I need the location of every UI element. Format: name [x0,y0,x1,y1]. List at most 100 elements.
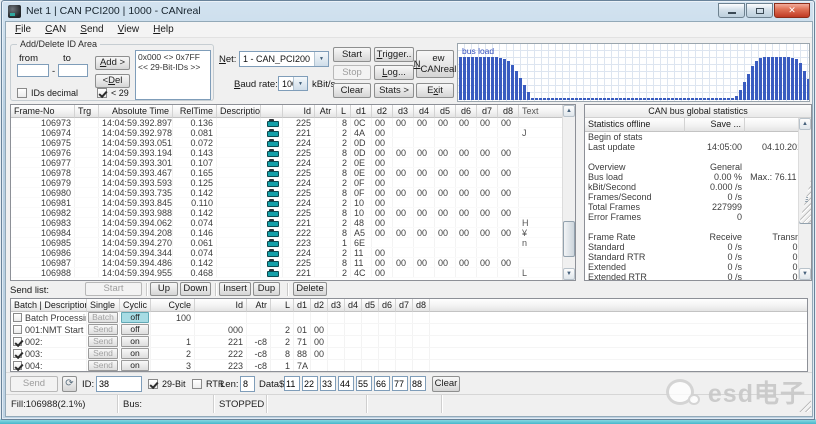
single-send-button[interactable]: Batch [88,312,118,323]
clear-button[interactable]: Clear [333,83,371,98]
send-column-header[interactable]: Id [195,299,247,312]
send-column-header[interactable]: d1 [294,299,311,312]
column-header[interactable]: d4 [414,105,435,118]
table-row[interactable]: 10697914:04:59.393.5930.12522420F00__ [11,178,575,188]
send-column-header[interactable]: d5 [362,299,379,312]
send-row-checkbox[interactable] [13,349,22,358]
frame-table-scrollbar[interactable]: ▲ ▼ [562,105,575,280]
cyclic-toggle-button[interactable]: on [121,360,149,371]
scrollbar-thumb[interactable] [799,176,812,224]
id-range-list[interactable]: 0x000 <> 0x7FF<< 29-Bit-IDs >> [135,50,211,100]
send-row[interactable]: Batch ProcessingBatchoff100 [11,312,807,324]
maximize-button[interactable] [746,3,773,18]
column-header[interactable]: Id [283,105,315,118]
chevron-down-icon[interactable]: ▼ [314,52,328,66]
menu-can[interactable]: CAN [38,22,73,37]
table-row[interactable]: 10698514:04:59.394.2700.06122316En [11,238,575,248]
table-row[interactable]: 10697414:04:59.392.9780.08122124A00J_ [11,128,575,138]
scroll-up-icon[interactable]: ▲ [799,118,811,130]
minimize-button[interactable] [718,3,745,18]
send-column-header[interactable]: L [271,299,294,312]
send-row[interactable]: 001:NMT StartSendoff00020100 [11,324,807,336]
rtr-checkbox-box[interactable] [192,379,202,389]
table-row[interactable]: 10697314:04:59.392.8970.13622580C0000000… [11,118,575,128]
lt29-checkbox[interactable]: < 29 [97,88,129,98]
send-column-header[interactable]: Atr [247,299,271,312]
send-row-checkbox[interactable] [13,325,22,334]
chevron-down-icon[interactable]: ▼ [293,77,307,90]
single-send-button[interactable]: Send [88,348,118,359]
cyclic-toggle-button[interactable]: off [121,324,149,335]
column-header[interactable]: Absolute Time [99,105,173,118]
column-header[interactable]: L [337,105,351,118]
send-column-header[interactable]: Single [87,299,120,312]
data-byte-input-7[interactable] [392,376,408,391]
scroll-down-icon[interactable]: ▼ [563,268,575,280]
data-byte-input-3[interactable] [320,376,336,391]
resize-grip[interactable] [798,399,811,412]
data-byte-input-6[interactable] [374,376,390,391]
menu-send[interactable]: Send [73,22,110,37]
scroll-down-icon[interactable]: ▼ [799,268,811,280]
from-id-input[interactable] [17,64,49,77]
send-column-header[interactable]: Cycle [151,299,195,312]
table-row[interactable]: 10698214:04:59.393.9880.1422258100000000… [11,208,575,218]
ids-decimal-checkbox[interactable]: IDs decimal [17,88,78,98]
stats-button[interactable]: Stats > [374,83,414,98]
column-header[interactable]: d3 [393,105,414,118]
column-header[interactable]: Description [217,105,261,118]
data-byte-input-8[interactable] [410,376,426,391]
scrollbar-thumb[interactable] [563,221,575,257]
send-down-button[interactable]: Down [180,282,211,296]
table-row[interactable]: 10697814:04:59.393.4670.16522580E0000000… [11,168,575,178]
column-header[interactable]: d8 [498,105,519,118]
id-range-item[interactable]: 0x000 <> 0x7FF [138,52,208,62]
column-header[interactable]: d7 [477,105,498,118]
exit-button[interactable]: Exit [416,83,454,98]
net-select[interactable]: 1 - CAN_PCI200 ▼ [239,51,329,67]
data-byte-input-5[interactable] [356,376,372,391]
send-row-checkbox[interactable] [13,313,22,322]
delete-id-button[interactable]: < Del [95,74,130,88]
send-row[interactable]: 003:Sendon2222-c888800 [11,348,807,360]
close-button[interactable]: ✕ [774,3,810,18]
send-row-checkbox[interactable] [13,361,22,370]
send-column-header[interactable]: d2 [311,299,328,312]
to-id-input[interactable] [58,64,88,77]
cyclic-toggle-button[interactable]: off [121,312,149,323]
send-column-header[interactable]: d4 [345,299,362,312]
scroll-up-icon[interactable]: ▲ [563,105,575,117]
data-byte-input-2[interactable] [302,376,318,391]
column-header[interactable]: d6 [456,105,477,118]
send-dup-button[interactable]: Dup [253,282,280,296]
bit29-checkbox[interactable]: 29-Bit [148,379,186,389]
send-list-table[interactable]: Batch | DescriptionSingleCyclicCycleIdAt… [10,298,808,372]
single-send-button[interactable]: Send [88,360,118,371]
bit29-checkbox-box[interactable] [148,379,158,389]
cyclic-toggle-button[interactable]: on [121,336,149,347]
table-row[interactable]: 10697714:04:59.393.3010.10722420E00__ [11,158,575,168]
cyclic-toggle-button[interactable]: on [121,348,149,359]
send-column-header[interactable]: d8 [413,299,430,312]
single-send-button[interactable]: Send [88,336,118,347]
send-column-header[interactable]: Batch | Description [11,299,87,312]
column-header[interactable]: d5 [435,105,456,118]
stop-button[interactable]: Stop [333,65,371,80]
send-start-button[interactable]: Start [85,282,142,296]
table-row[interactable]: 10698614:04:59.394.3440.07422421100__ [11,248,575,258]
table-row[interactable]: 10697514:04:59.393.0510.07222420D00__ [11,138,575,148]
stats-column-header[interactable]: Save ... [685,118,745,132]
stats-scrollbar[interactable]: ▲ ▼ [798,118,811,280]
column-header[interactable]: Frame-No [11,105,75,118]
table-row[interactable]: 10698714:04:59.394.4860.1422258110000000… [11,258,575,268]
menu-view[interactable]: View [111,22,147,37]
repeat-send-button[interactable]: ⟳ [62,376,77,392]
baud-select[interactable]: 1000 ▼ [278,76,308,91]
send-row[interactable]: 002:Sendon1221-c827100 [11,336,807,348]
column-header[interactable]: RelTime [173,105,217,118]
frame-table[interactable]: Frame-NoTrgAbsolute TimeRelTimeDescripti… [10,104,576,281]
ids-decimal-checkbox-box[interactable] [17,88,27,98]
table-row[interactable]: 10698014:04:59.393.7350.14222580F0000000… [11,188,575,198]
send-column-header[interactable]: d6 [379,299,396,312]
start-button[interactable]: Start [333,47,371,62]
